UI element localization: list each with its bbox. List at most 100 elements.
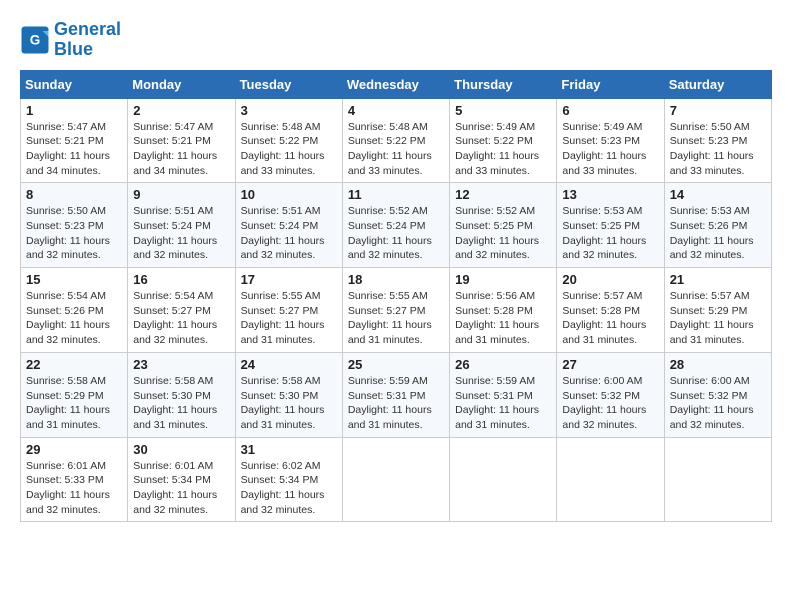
- calendar-header-tuesday: Tuesday: [235, 70, 342, 98]
- calendar-cell: 3 Sunrise: 5:48 AM Sunset: 5:22 PM Dayli…: [235, 98, 342, 183]
- day-number: 9: [133, 187, 229, 202]
- day-info: Sunrise: 5:51 AM Sunset: 5:24 PM Dayligh…: [133, 204, 229, 263]
- calendar-cell: 26 Sunrise: 5:59 AM Sunset: 5:31 PM Dayl…: [450, 352, 557, 437]
- day-info: Sunrise: 5:58 AM Sunset: 5:30 PM Dayligh…: [241, 374, 337, 433]
- page-header: G GeneralBlue: [20, 20, 772, 60]
- day-info: Sunrise: 5:55 AM Sunset: 5:27 PM Dayligh…: [241, 289, 337, 348]
- day-number: 30: [133, 442, 229, 457]
- calendar-cell: 1 Sunrise: 5:47 AM Sunset: 5:21 PM Dayli…: [21, 98, 128, 183]
- calendar-cell: 28 Sunrise: 6:00 AM Sunset: 5:32 PM Dayl…: [664, 352, 771, 437]
- day-info: Sunrise: 6:01 AM Sunset: 5:34 PM Dayligh…: [133, 459, 229, 518]
- calendar-cell: 2 Sunrise: 5:47 AM Sunset: 5:21 PM Dayli…: [128, 98, 235, 183]
- logo-icon: G: [20, 25, 50, 55]
- calendar-cell: 10 Sunrise: 5:51 AM Sunset: 5:24 PM Dayl…: [235, 183, 342, 268]
- calendar-header-thursday: Thursday: [450, 70, 557, 98]
- day-number: 13: [562, 187, 658, 202]
- calendar-cell: 22 Sunrise: 5:58 AM Sunset: 5:29 PM Dayl…: [21, 352, 128, 437]
- calendar-week-row: 22 Sunrise: 5:58 AM Sunset: 5:29 PM Dayl…: [21, 352, 772, 437]
- day-number: 23: [133, 357, 229, 372]
- calendar-cell: 14 Sunrise: 5:53 AM Sunset: 5:26 PM Dayl…: [664, 183, 771, 268]
- calendar-cell: 27 Sunrise: 6:00 AM Sunset: 5:32 PM Dayl…: [557, 352, 664, 437]
- day-info: Sunrise: 5:59 AM Sunset: 5:31 PM Dayligh…: [348, 374, 444, 433]
- calendar-week-row: 15 Sunrise: 5:54 AM Sunset: 5:26 PM Dayl…: [21, 268, 772, 353]
- calendar-header-friday: Friday: [557, 70, 664, 98]
- day-info: Sunrise: 5:50 AM Sunset: 5:23 PM Dayligh…: [670, 120, 766, 179]
- day-number: 24: [241, 357, 337, 372]
- day-number: 17: [241, 272, 337, 287]
- calendar-cell: 13 Sunrise: 5:53 AM Sunset: 5:25 PM Dayl…: [557, 183, 664, 268]
- day-number: 15: [26, 272, 122, 287]
- calendar-header-monday: Monday: [128, 70, 235, 98]
- day-number: 3: [241, 103, 337, 118]
- calendar-cell: [664, 437, 771, 522]
- calendar-cell: 21 Sunrise: 5:57 AM Sunset: 5:29 PM Dayl…: [664, 268, 771, 353]
- day-info: Sunrise: 5:53 AM Sunset: 5:26 PM Dayligh…: [670, 204, 766, 263]
- day-number: 1: [26, 103, 122, 118]
- calendar-cell: 29 Sunrise: 6:01 AM Sunset: 5:33 PM Dayl…: [21, 437, 128, 522]
- day-info: Sunrise: 5:47 AM Sunset: 5:21 PM Dayligh…: [133, 120, 229, 179]
- day-info: Sunrise: 6:02 AM Sunset: 5:34 PM Dayligh…: [241, 459, 337, 518]
- day-number: 6: [562, 103, 658, 118]
- calendar-week-row: 8 Sunrise: 5:50 AM Sunset: 5:23 PM Dayli…: [21, 183, 772, 268]
- day-info: Sunrise: 6:00 AM Sunset: 5:32 PM Dayligh…: [670, 374, 766, 433]
- day-number: 14: [670, 187, 766, 202]
- day-number: 12: [455, 187, 551, 202]
- day-number: 29: [26, 442, 122, 457]
- day-number: 2: [133, 103, 229, 118]
- day-info: Sunrise: 5:50 AM Sunset: 5:23 PM Dayligh…: [26, 204, 122, 263]
- calendar-header-sunday: Sunday: [21, 70, 128, 98]
- day-info: Sunrise: 5:49 AM Sunset: 5:23 PM Dayligh…: [562, 120, 658, 179]
- day-info: Sunrise: 5:56 AM Sunset: 5:28 PM Dayligh…: [455, 289, 551, 348]
- calendar-cell: [450, 437, 557, 522]
- calendar-body: 1 Sunrise: 5:47 AM Sunset: 5:21 PM Dayli…: [21, 98, 772, 522]
- calendar-cell: 19 Sunrise: 5:56 AM Sunset: 5:28 PM Dayl…: [450, 268, 557, 353]
- day-number: 10: [241, 187, 337, 202]
- day-info: Sunrise: 5:53 AM Sunset: 5:25 PM Dayligh…: [562, 204, 658, 263]
- day-number: 22: [26, 357, 122, 372]
- calendar-cell: [342, 437, 449, 522]
- day-number: 21: [670, 272, 766, 287]
- day-info: Sunrise: 5:59 AM Sunset: 5:31 PM Dayligh…: [455, 374, 551, 433]
- day-info: Sunrise: 5:48 AM Sunset: 5:22 PM Dayligh…: [241, 120, 337, 179]
- calendar-cell: 6 Sunrise: 5:49 AM Sunset: 5:23 PM Dayli…: [557, 98, 664, 183]
- day-info: Sunrise: 5:52 AM Sunset: 5:24 PM Dayligh…: [348, 204, 444, 263]
- day-info: Sunrise: 5:51 AM Sunset: 5:24 PM Dayligh…: [241, 204, 337, 263]
- day-number: 4: [348, 103, 444, 118]
- day-info: Sunrise: 5:57 AM Sunset: 5:29 PM Dayligh…: [670, 289, 766, 348]
- calendar-header-row: SundayMondayTuesdayWednesdayThursdayFrid…: [21, 70, 772, 98]
- day-number: 7: [670, 103, 766, 118]
- calendar-cell: 31 Sunrise: 6:02 AM Sunset: 5:34 PM Dayl…: [235, 437, 342, 522]
- day-number: 26: [455, 357, 551, 372]
- day-info: Sunrise: 6:00 AM Sunset: 5:32 PM Dayligh…: [562, 374, 658, 433]
- day-number: 8: [26, 187, 122, 202]
- day-number: 5: [455, 103, 551, 118]
- day-info: Sunrise: 5:55 AM Sunset: 5:27 PM Dayligh…: [348, 289, 444, 348]
- calendar-cell: [557, 437, 664, 522]
- day-info: Sunrise: 5:54 AM Sunset: 5:27 PM Dayligh…: [133, 289, 229, 348]
- calendar-cell: 15 Sunrise: 5:54 AM Sunset: 5:26 PM Dayl…: [21, 268, 128, 353]
- calendar-cell: 25 Sunrise: 5:59 AM Sunset: 5:31 PM Dayl…: [342, 352, 449, 437]
- logo-text: GeneralBlue: [54, 20, 121, 60]
- calendar-week-row: 29 Sunrise: 6:01 AM Sunset: 5:33 PM Dayl…: [21, 437, 772, 522]
- day-info: Sunrise: 5:54 AM Sunset: 5:26 PM Dayligh…: [26, 289, 122, 348]
- day-number: 18: [348, 272, 444, 287]
- day-info: Sunrise: 5:52 AM Sunset: 5:25 PM Dayligh…: [455, 204, 551, 263]
- day-number: 11: [348, 187, 444, 202]
- calendar-cell: 17 Sunrise: 5:55 AM Sunset: 5:27 PM Dayl…: [235, 268, 342, 353]
- day-number: 20: [562, 272, 658, 287]
- calendar-cell: 12 Sunrise: 5:52 AM Sunset: 5:25 PM Dayl…: [450, 183, 557, 268]
- calendar-cell: 9 Sunrise: 5:51 AM Sunset: 5:24 PM Dayli…: [128, 183, 235, 268]
- day-info: Sunrise: 5:47 AM Sunset: 5:21 PM Dayligh…: [26, 120, 122, 179]
- calendar-header-saturday: Saturday: [664, 70, 771, 98]
- calendar-cell: 8 Sunrise: 5:50 AM Sunset: 5:23 PM Dayli…: [21, 183, 128, 268]
- calendar-header-wednesday: Wednesday: [342, 70, 449, 98]
- day-info: Sunrise: 5:48 AM Sunset: 5:22 PM Dayligh…: [348, 120, 444, 179]
- calendar-cell: 4 Sunrise: 5:48 AM Sunset: 5:22 PM Dayli…: [342, 98, 449, 183]
- calendar-cell: 30 Sunrise: 6:01 AM Sunset: 5:34 PM Dayl…: [128, 437, 235, 522]
- calendar-cell: 5 Sunrise: 5:49 AM Sunset: 5:22 PM Dayli…: [450, 98, 557, 183]
- day-number: 16: [133, 272, 229, 287]
- calendar-cell: 7 Sunrise: 5:50 AM Sunset: 5:23 PM Dayli…: [664, 98, 771, 183]
- calendar-cell: 18 Sunrise: 5:55 AM Sunset: 5:27 PM Dayl…: [342, 268, 449, 353]
- day-number: 31: [241, 442, 337, 457]
- day-info: Sunrise: 5:58 AM Sunset: 5:30 PM Dayligh…: [133, 374, 229, 433]
